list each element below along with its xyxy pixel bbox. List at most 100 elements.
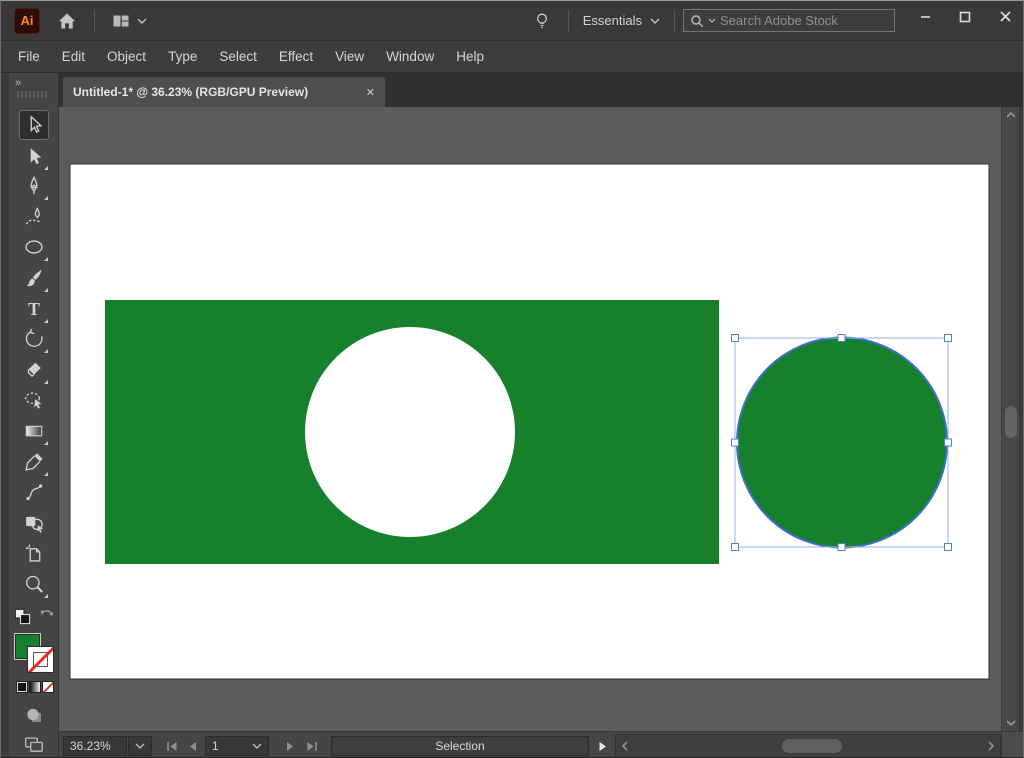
chevron-down-icon <box>135 743 145 749</box>
gradient-button[interactable] <box>29 681 41 693</box>
none-button[interactable] <box>42 681 54 693</box>
menu-item-view[interactable]: View <box>324 43 375 70</box>
vertical-scroll-thumb[interactable] <box>1005 406 1017 438</box>
tab-close-icon[interactable]: ✕ <box>366 86 375 99</box>
document-tab[interactable]: Untitled-1* @ 36.23% (RGB/GPU Preview) ✕ <box>63 77 385 107</box>
canvas-pasteboard[interactable] <box>59 107 1001 731</box>
white-circle-hole[interactable] <box>305 327 515 537</box>
type-tool[interactable]: T <box>20 295 48 323</box>
titlebar-divider <box>674 10 675 32</box>
menu-item-type[interactable]: Type <box>157 43 208 70</box>
first-artboard-button[interactable] <box>163 738 181 754</box>
status-bar: 36.23% 1 Selection <box>59 731 1024 758</box>
zoom-level-dropdown[interactable] <box>128 736 152 756</box>
previous-artboard-button[interactable] <box>183 738 201 754</box>
selection-handle[interactable] <box>732 544 739 551</box>
artboard-tool[interactable] <box>20 539 48 567</box>
chevron-down-icon <box>1006 720 1016 726</box>
menu-item-edit[interactable]: Edit <box>51 43 96 70</box>
menu-item-file[interactable]: File <box>7 43 51 70</box>
scroll-up-button[interactable] <box>1002 107 1020 123</box>
shape-builder-tool[interactable] <box>20 509 48 537</box>
adobe-stock-search[interactable] <box>683 9 895 32</box>
app-logo-icon[interactable]: Ai <box>14 8 40 34</box>
selected-green-circle[interactable] <box>737 338 947 548</box>
eyedropper-tool[interactable] <box>20 448 48 476</box>
selection-handle[interactable] <box>732 335 739 342</box>
horizontal-scrollbar[interactable] <box>615 734 1001 758</box>
menu-item-object[interactable]: Object <box>96 43 157 70</box>
scroll-left-button[interactable] <box>616 741 634 751</box>
direct-selection-tool[interactable] <box>20 142 48 170</box>
zoom-tool[interactable] <box>20 570 48 598</box>
menu-item-window[interactable]: Window <box>375 43 445 70</box>
workspace-label: Essentials <box>583 13 642 28</box>
screen-mode-button[interactable] <box>22 731 46 755</box>
screen-mode-icon <box>23 732 45 754</box>
flyout-indicator-icon <box>44 472 48 476</box>
selection-handle[interactable] <box>838 544 845 551</box>
chevron-down-icon <box>137 18 147 24</box>
selection-handle[interactable] <box>838 335 845 342</box>
paint-style-buttons <box>16 681 54 693</box>
zoom-level-field[interactable]: 36.23% <box>63 736 127 756</box>
search-input[interactable] <box>720 13 888 28</box>
next-artboard-icon <box>286 741 295 752</box>
status-display: Selection <box>331 736 589 756</box>
flyout-indicator-icon <box>44 441 48 445</box>
window-left-edge <box>1 73 9 758</box>
scroll-down-button[interactable] <box>1002 715 1020 731</box>
artboard-navigation-field[interactable]: 1 <box>205 736 269 756</box>
menu-item-effect[interactable]: Effect <box>268 43 324 70</box>
menu-item-help[interactable]: Help <box>445 43 495 70</box>
status-flyout-icon <box>598 741 607 752</box>
blend-tool[interactable] <box>20 478 48 506</box>
flyout-indicator-icon <box>44 257 48 261</box>
gradient-tool[interactable] <box>20 417 48 445</box>
last-artboard-button[interactable] <box>303 738 321 754</box>
next-artboard-button[interactable] <box>281 738 299 754</box>
panel-grip-handle[interactable] <box>17 91 49 98</box>
curvature-tool[interactable] <box>20 203 48 231</box>
ellipse-tool[interactable] <box>20 233 48 261</box>
color-button[interactable] <box>16 681 28 693</box>
illustrator-window: Ai Essentials <box>0 0 1024 758</box>
close-button[interactable] <box>985 1 1024 33</box>
selection-handle[interactable] <box>945 439 952 446</box>
drawing-modes-button[interactable] <box>22 703 46 727</box>
discover-button[interactable] <box>524 7 560 35</box>
paintbrush-tool[interactable] <box>20 264 48 292</box>
last-artboard-icon <box>306 741 318 752</box>
window-right-edge <box>1019 107 1024 731</box>
fill-stroke-controls <box>9 607 59 758</box>
rotate-tool[interactable] <box>20 325 48 353</box>
status-flyout-button[interactable] <box>593 738 611 754</box>
vertical-scrollbar[interactable] <box>1001 107 1019 731</box>
menu-item-select[interactable]: Select <box>208 43 268 70</box>
eraser-tool[interactable] <box>20 356 48 384</box>
svg-text:T: T <box>28 299 40 319</box>
selection-handle[interactable] <box>945 544 952 551</box>
arrange-documents-button[interactable] <box>103 7 155 35</box>
lasso-tool[interactable] <box>20 386 48 414</box>
titlebar-divider <box>94 10 95 32</box>
selection-tool[interactable] <box>20 111 48 139</box>
chevron-left-icon <box>622 741 628 751</box>
horizontal-scroll-thumb[interactable] <box>782 739 842 753</box>
selection-handle[interactable] <box>732 439 739 446</box>
minimize-button[interactable] <box>905 1 945 33</box>
flyout-indicator-icon <box>44 349 48 353</box>
maximize-icon <box>959 11 971 23</box>
default-fill-stroke-icon[interactable] <box>13 607 32 626</box>
search-scope-chevron-icon[interactable] <box>708 18 716 23</box>
scroll-right-button[interactable] <box>982 741 1000 751</box>
workspace-switcher[interactable]: Essentials <box>577 13 666 28</box>
selection-handle[interactable] <box>945 335 952 342</box>
maximize-button[interactable] <box>945 1 985 33</box>
expand-panel-button[interactable]: » <box>15 77 22 89</box>
pen-tool[interactable] <box>20 172 48 200</box>
stroke-color-swatch[interactable] <box>27 646 54 673</box>
swap-fill-stroke-icon[interactable] <box>37 607 55 625</box>
home-button[interactable] <box>48 7 86 35</box>
chevron-down-icon <box>650 18 660 24</box>
